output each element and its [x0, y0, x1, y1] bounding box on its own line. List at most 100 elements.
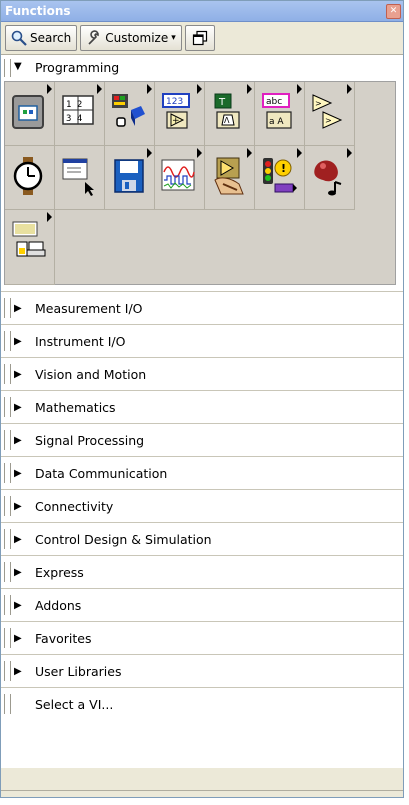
category-user-libraries[interactable]: ▶ User Libraries [1, 655, 403, 688]
drag-grip[interactable] [4, 661, 11, 681]
waveform-icon [161, 159, 195, 191]
drag-grip[interactable] [4, 430, 11, 450]
palette-title-bar[interactable]: Functions ✕ [1, 1, 403, 22]
synchronization-icon: ! [263, 158, 297, 193]
collapsed-arrow-icon[interactable]: ▶ [14, 534, 22, 545]
palette-tile[interactable]: ! [255, 146, 305, 210]
customize-button[interactable]: Customize ▾ [80, 25, 182, 51]
wrench-icon [88, 30, 100, 45]
svg-text:>: > [325, 116, 332, 125]
array-icon: 1 2 3 4 [62, 95, 94, 125]
palette-tile[interactable]: > > [305, 82, 355, 146]
search-button[interactable]: Search [5, 25, 78, 51]
palette-tile[interactable] [105, 146, 155, 210]
svg-text:123: 123 [166, 97, 183, 107]
close-icon[interactable]: ✕ [386, 4, 401, 19]
category-programming[interactable]: ▼ Programming [1, 55, 403, 81]
file-io-icon [114, 159, 144, 193]
svg-text:Λ: Λ [224, 116, 230, 125]
drag-grip[interactable] [4, 595, 11, 615]
drag-grip[interactable] [4, 59, 11, 77]
collapsed-arrow-icon[interactable]: ▶ [14, 435, 22, 446]
palette-title: Functions [5, 4, 71, 18]
category-list: ▼ Programming 1 2 3 4 123 + T Λ abc a A … [1, 55, 403, 768]
structures-icon [12, 95, 44, 129]
category-data-communication[interactable]: ▶ Data Communication [1, 457, 403, 490]
select-vi-label: Select a VI... [35, 696, 114, 712]
report-generation-icon [12, 221, 46, 257]
category-addons[interactable]: ▶ Addons [1, 589, 403, 622]
drag-grip[interactable] [4, 463, 11, 483]
category-mathematics[interactable]: ▶ Mathematics [1, 391, 403, 424]
palette-tile[interactable] [55, 146, 105, 210]
svg-text:abc: abc [266, 97, 282, 107]
drag-grip[interactable] [4, 529, 11, 549]
grid-spacer [1, 285, 403, 292]
collapsed-arrow-icon[interactable]: ▶ [14, 600, 22, 611]
category-vision-and-motion[interactable]: ▶ Vision and Motion [1, 358, 403, 391]
palette-tile[interactable]: 1 2 3 4 [55, 82, 105, 146]
category-label: Signal Processing [35, 432, 145, 448]
drag-grip[interactable] [4, 562, 11, 582]
category-label: Connectivity [35, 498, 114, 514]
drag-grip[interactable] [4, 397, 11, 417]
restore-palette-button[interactable] [184, 25, 215, 51]
collapsed-arrow-icon[interactable]: ▶ [14, 567, 22, 578]
comparison-icon: > > [312, 94, 343, 129]
drag-grip[interactable] [4, 628, 11, 648]
category-label: Express [35, 564, 84, 580]
palette-tile[interactable]: 123 + [155, 82, 205, 146]
category-label: Programming [35, 60, 120, 75]
svg-text:T: T [218, 97, 226, 108]
category-label: Measurement I/O [35, 300, 143, 316]
collapsed-arrow-icon[interactable]: ▶ [14, 666, 22, 677]
category-label: Mathematics [35, 399, 116, 415]
category-connectivity[interactable]: ▶ Connectivity [1, 490, 403, 523]
chevron-down-icon: ▾ [171, 33, 176, 43]
category-label: Control Design & Simulation [35, 531, 212, 547]
timing-icon [13, 157, 43, 195]
collapsed-arrow-icon[interactable]: ▶ [14, 468, 22, 479]
category-signal-processing[interactable]: ▶ Signal Processing [1, 424, 403, 457]
expanded-arrow-icon[interactable]: ▼ [14, 61, 22, 72]
palette-tile[interactable] [155, 146, 205, 210]
drag-grip[interactable] [4, 331, 11, 351]
drag-grip[interactable] [4, 364, 11, 384]
application-control-icon [214, 157, 244, 195]
collapsed-arrow-icon[interactable]: ▶ [14, 633, 22, 644]
palette-tile[interactable] [105, 82, 155, 146]
palette-tile[interactable]: T Λ [205, 82, 255, 146]
category-label: User Libraries [35, 663, 122, 679]
drag-grip[interactable] [4, 298, 11, 318]
svg-text:3 4: 3 4 [66, 114, 82, 124]
customize-button-label: Customize [105, 31, 169, 45]
svg-text:1 2: 1 2 [66, 100, 82, 110]
collapsed-arrow-icon[interactable]: ▶ [14, 402, 22, 413]
string-icon: abc a A [262, 93, 292, 129]
collapsed-arrow-icon[interactable]: ▶ [14, 336, 22, 347]
palette-tile[interactable] [5, 82, 55, 146]
category-measurement-io[interactable]: ▶ Measurement I/O [1, 292, 403, 325]
palette-tile[interactable] [5, 210, 55, 285]
category-label: Addons [35, 597, 82, 613]
palette-tile[interactable] [205, 146, 255, 210]
collapsed-arrow-icon[interactable]: ▶ [14, 501, 22, 512]
collapsed-arrow-icon[interactable]: ▶ [14, 369, 22, 380]
palette-tile[interactable] [305, 146, 355, 210]
category-instrument-io[interactable]: ▶ Instrument I/O [1, 325, 403, 358]
svg-text:!: ! [281, 162, 286, 175]
category-label: Favorites [35, 630, 92, 646]
category-control-design-simulation[interactable]: ▶ Control Design & Simulation [1, 523, 403, 556]
category-favorites[interactable]: ▶ Favorites [1, 622, 403, 655]
drag-grip[interactable] [4, 496, 11, 516]
palette-tile[interactable] [5, 146, 55, 210]
drag-grip[interactable] [4, 694, 11, 714]
category-express[interactable]: ▶ Express [1, 556, 403, 589]
collapsed-arrow-icon[interactable]: ▶ [14, 303, 22, 314]
search-icon [11, 30, 27, 46]
palette-tile[interactable]: abc a A [255, 82, 305, 146]
search-button-label: Search [30, 31, 72, 45]
functions-palette: Functions ✕ Search Customize ▾ ▼ Program… [0, 0, 404, 798]
select-vi-item[interactable]: Select a VI... [1, 688, 403, 720]
category-label: Data Communication [35, 465, 168, 481]
